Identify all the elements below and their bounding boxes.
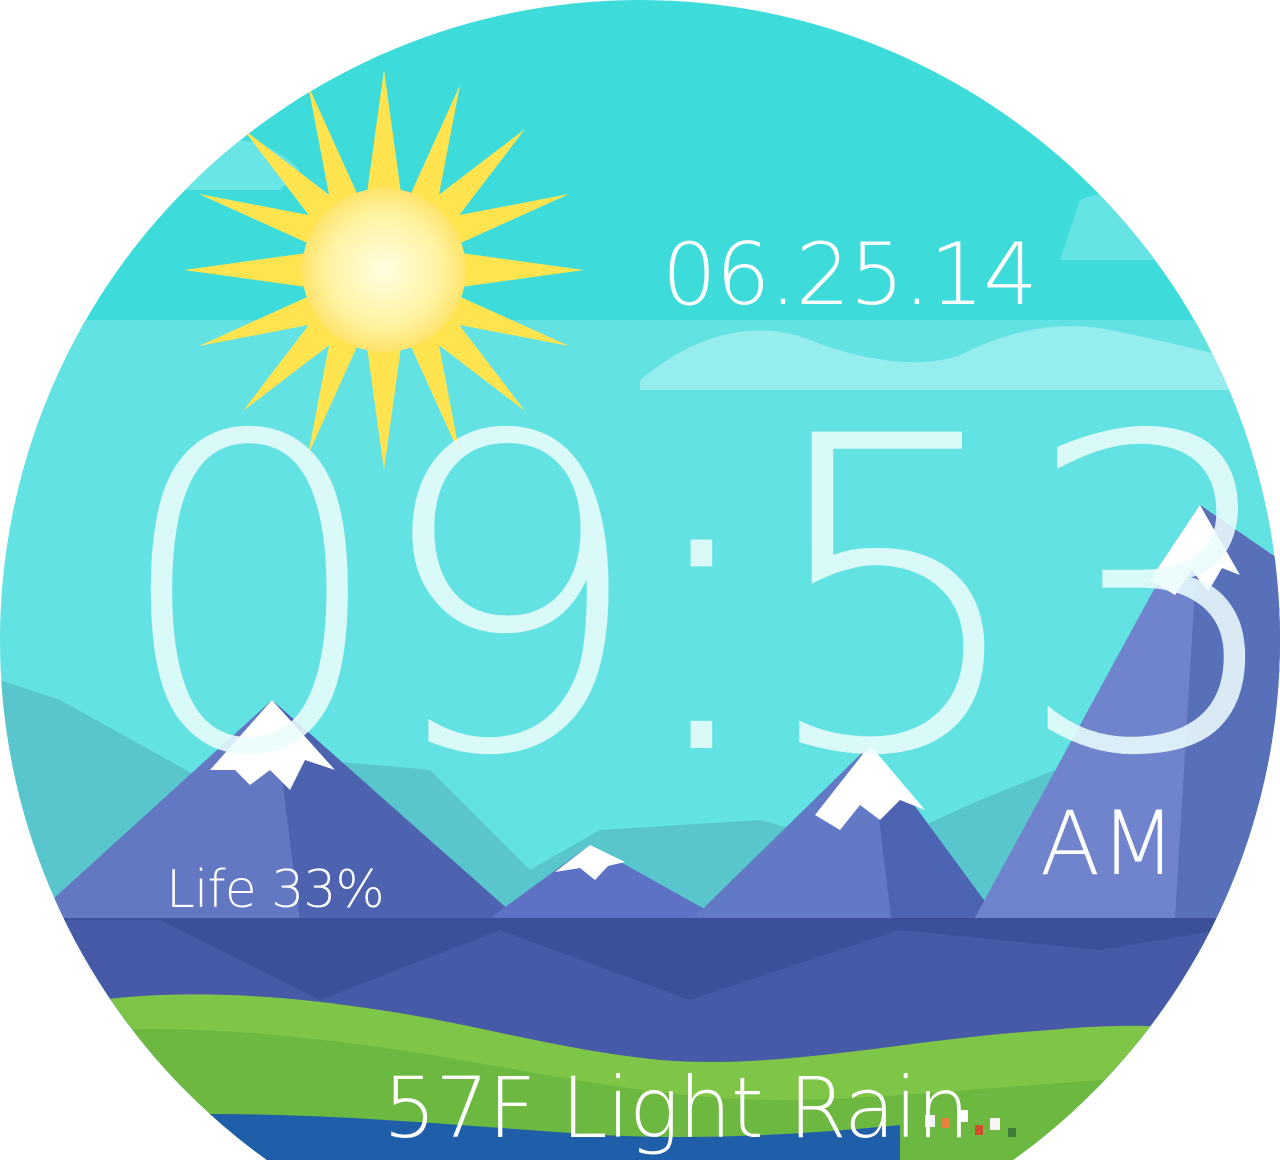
battery-label: Life 33% [166,860,385,920]
ampm-label: AM [1040,792,1177,895]
time-label: 09:53 [112,346,1280,851]
watch-face: 06.25.14 09:53 AM Life 33% 57F Light Rai… [0,0,1280,1160]
sky-top [0,0,1280,330]
date-label: 06.25.14 [662,225,1038,325]
weather-label: 57F Light Rain [383,1059,970,1157]
